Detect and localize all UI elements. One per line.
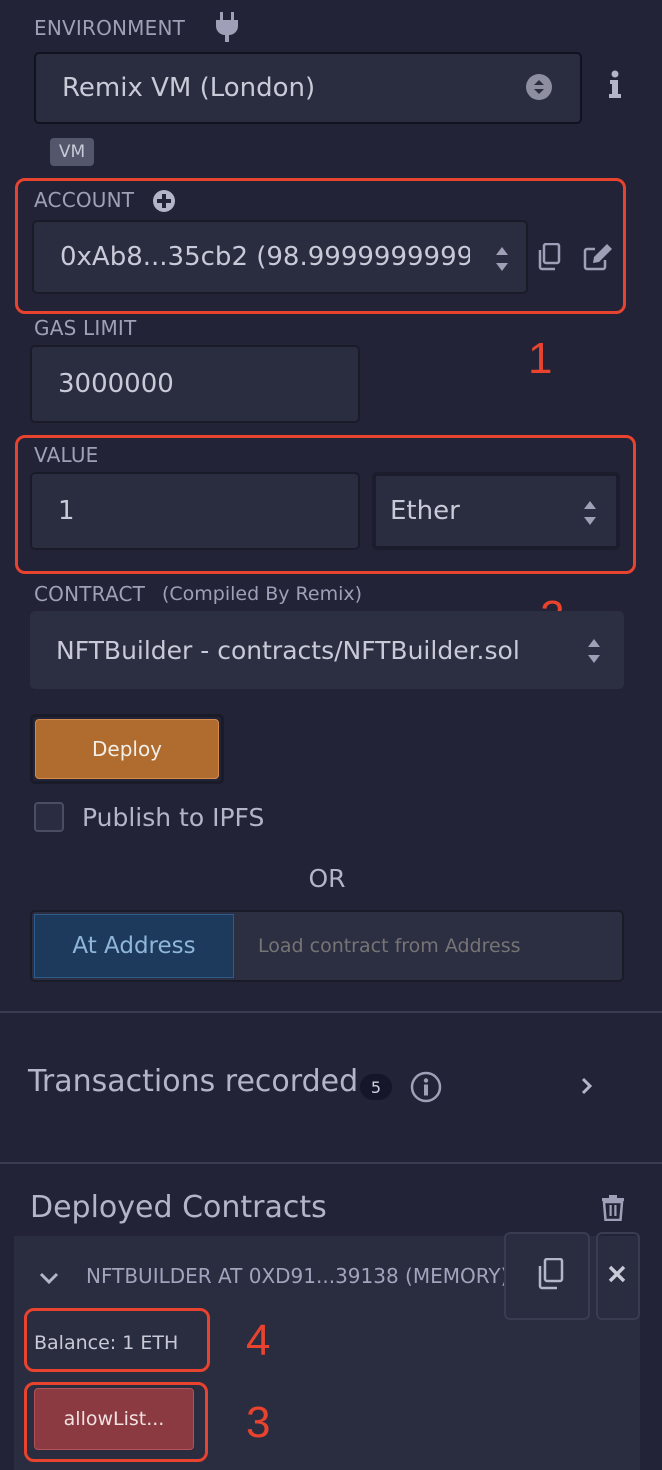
at-address-group: At Address (30, 910, 624, 982)
publish-ipfs-label: Publish to IPFS (82, 803, 265, 832)
annotation-4: 4 (246, 1316, 271, 1365)
transactions-recorded-label[interactable]: Transactions recorded (28, 1064, 358, 1099)
remove-instance-button[interactable] (596, 1232, 640, 1320)
deployed-contracts-title: Deployed Contracts (30, 1190, 327, 1225)
chevron-right-icon[interactable] (580, 1076, 594, 1100)
annotation-box-balance (24, 1308, 210, 1372)
vm-badge: VM (50, 138, 94, 166)
at-address-button[interactable]: At Address (34, 914, 234, 978)
publish-ipfs-checkbox[interactable] (34, 802, 64, 832)
contract-instance-label[interactable]: NFTBUILDER AT 0XD91...39138 (MEMORY) (86, 1264, 510, 1288)
at-address-input[interactable] (238, 914, 618, 978)
contract-label: CONTRACT (34, 582, 146, 606)
annotation-box-function (24, 1382, 208, 1462)
info-circle-icon[interactable] (410, 1071, 442, 1107)
trash-icon[interactable] (601, 1195, 625, 1225)
contract-selected: NFTBuilder - contracts/NFTBuilder.sol (56, 635, 520, 665)
info-icon[interactable] (608, 70, 622, 102)
gas-limit-input[interactable]: 3000000 (30, 345, 360, 423)
environment-label: ENVIRONMENT (34, 16, 186, 40)
contract-sublabel: (Compiled By Remix) (162, 583, 363, 605)
close-icon (607, 1264, 627, 1288)
select-arrows-icon (586, 636, 602, 666)
contract-select[interactable]: NFTBuilder - contracts/NFTBuilder.sol (30, 611, 624, 689)
environment-select[interactable]: Remix VM (London) (34, 52, 582, 124)
environment-selected: Remix VM (London) (62, 73, 316, 103)
gas-limit-label: GAS LIMIT (34, 316, 137, 340)
annotation-1: 1 (528, 334, 553, 383)
select-arrows-icon (526, 74, 552, 100)
annotation-3: 3 (246, 1398, 271, 1447)
transactions-count-badge: 5 (360, 1074, 392, 1100)
copy-address-button[interactable] (504, 1232, 590, 1320)
divider (0, 1162, 662, 1164)
or-separator: OR (308, 864, 346, 893)
annotation-box-account (15, 178, 626, 314)
deploy-button-wrap: Deploy (30, 714, 224, 784)
plug-icon (214, 12, 240, 46)
deploy-button[interactable]: Deploy (35, 719, 219, 779)
chevron-down-icon[interactable] (38, 1270, 60, 1289)
annotation-box-value (15, 435, 636, 574)
copy-icon (536, 1257, 564, 1294)
divider (0, 1011, 662, 1013)
